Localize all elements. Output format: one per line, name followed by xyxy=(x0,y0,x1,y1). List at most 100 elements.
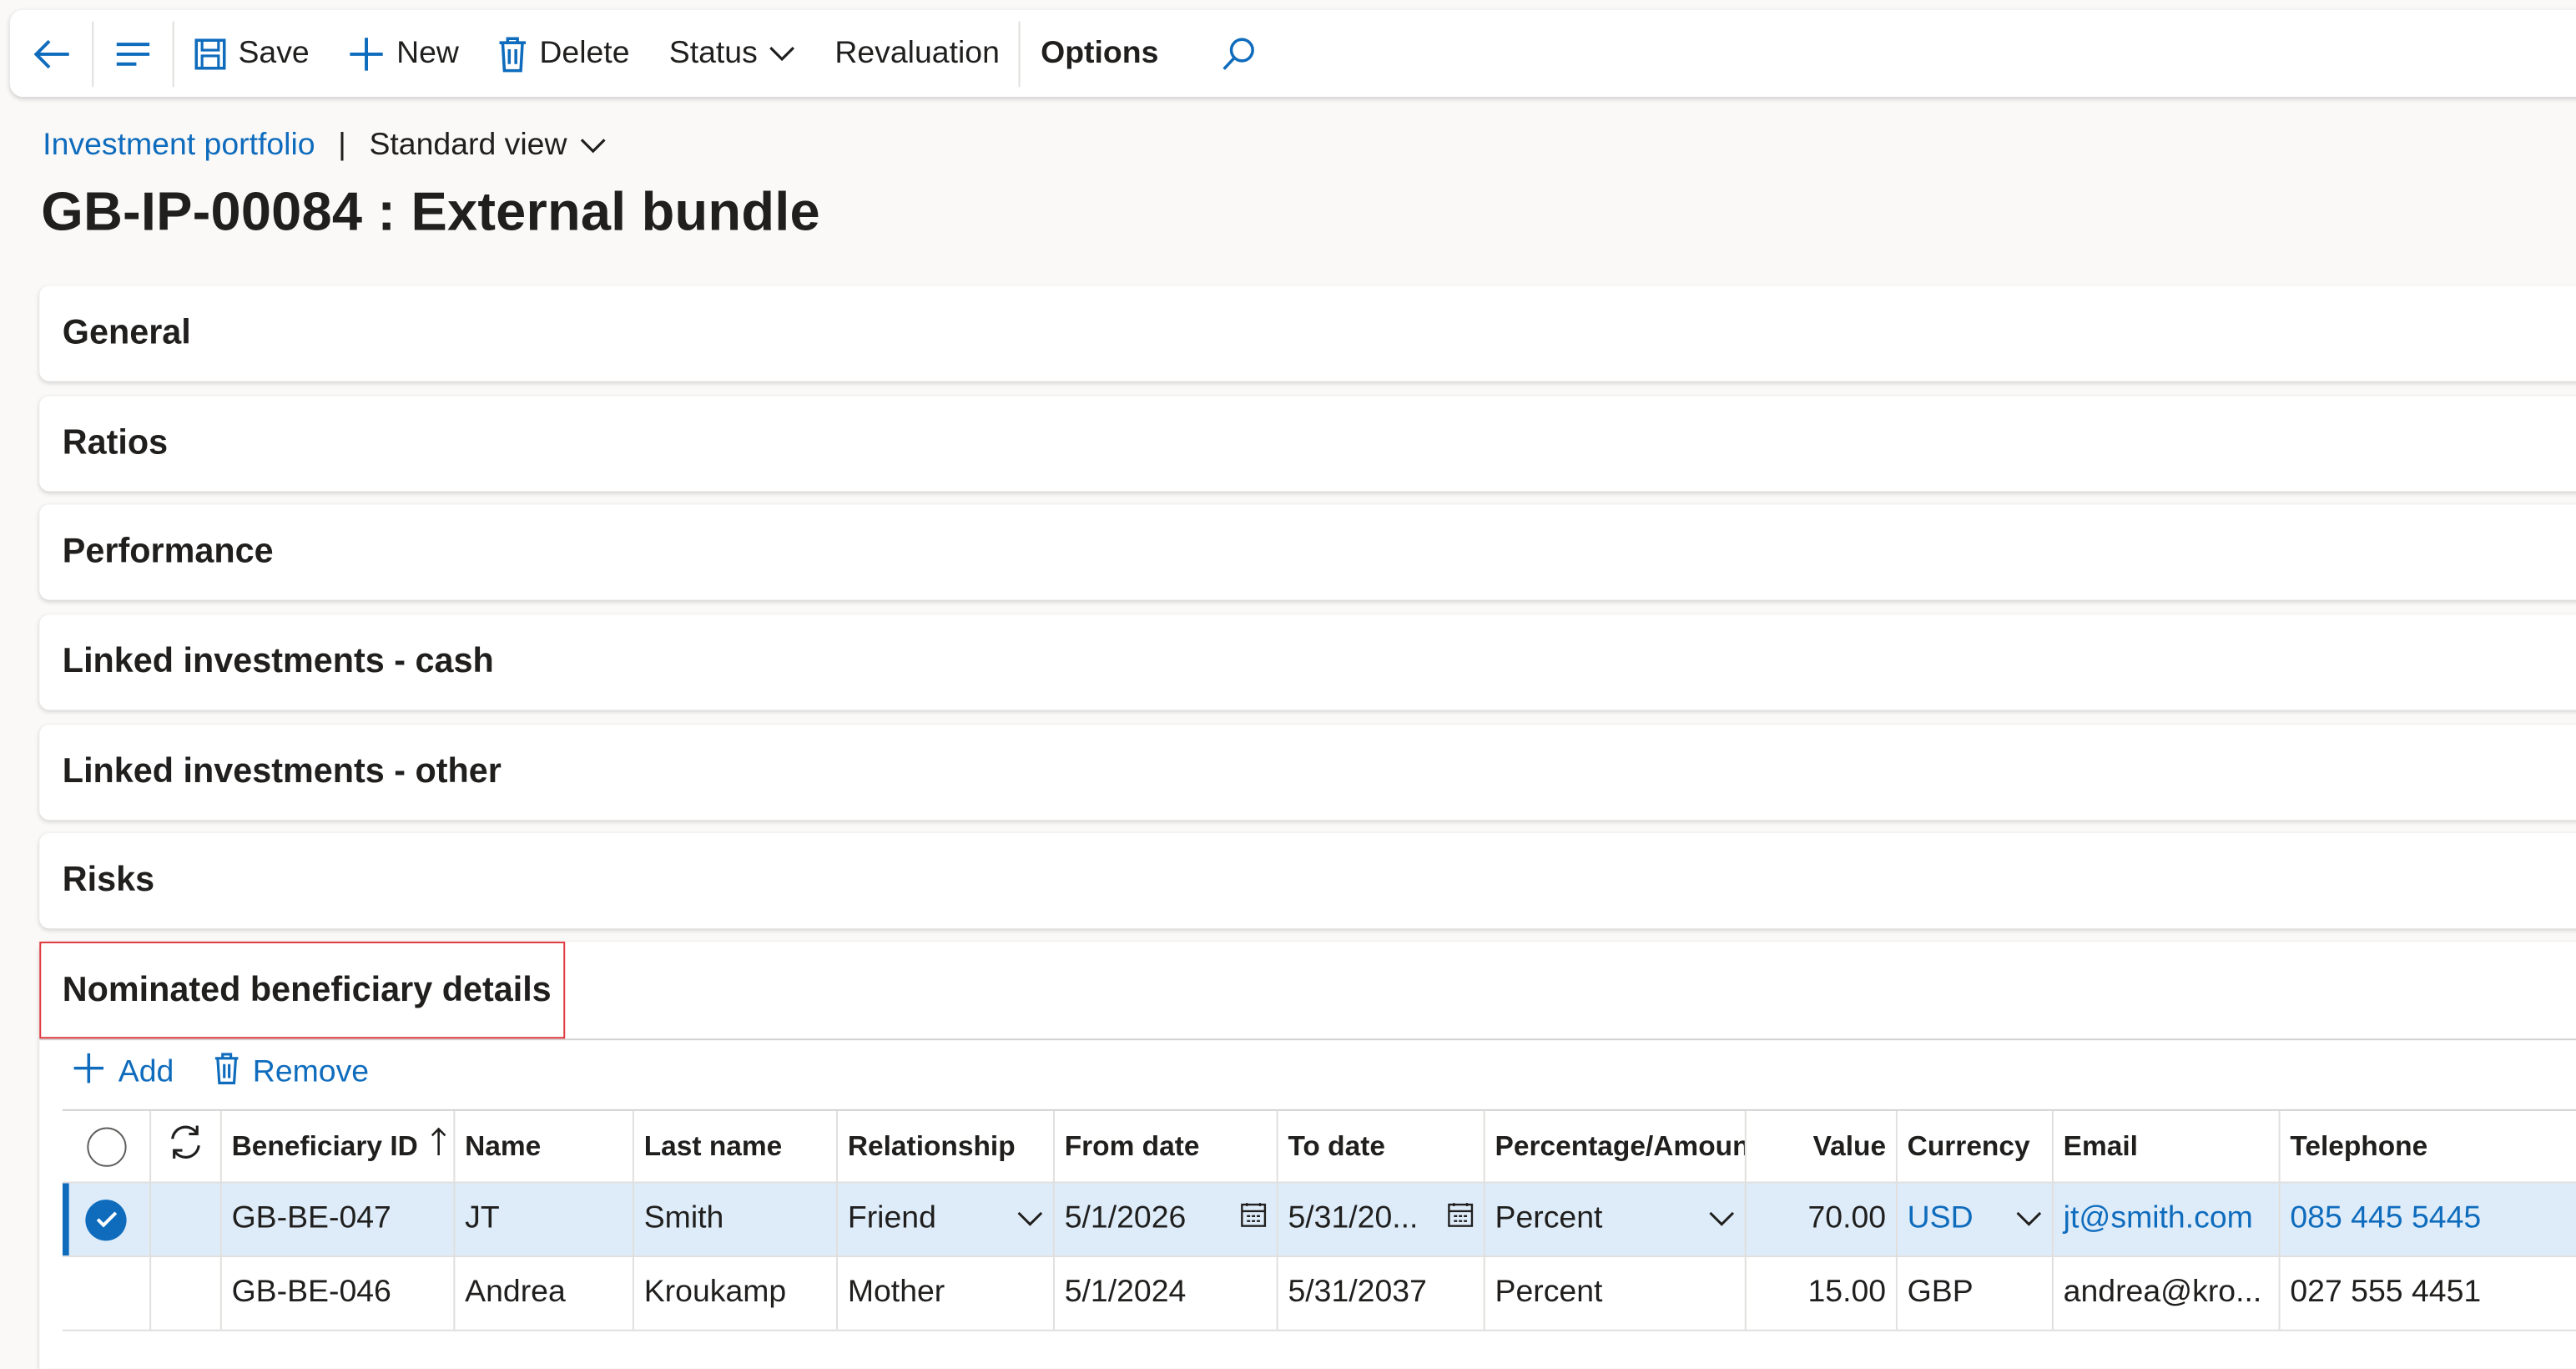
save-button[interactable]: Save xyxy=(174,10,330,97)
column-header-label: To date xyxy=(1288,1129,1385,1161)
relationship-value: Friend xyxy=(847,1201,936,1236)
options-label: Options xyxy=(1041,35,1159,70)
column-header-label: Value xyxy=(1812,1129,1887,1161)
fasttab-label: Nominated beneficiary details xyxy=(62,971,552,1009)
fasttab-header[interactable]: Nominated beneficiary details xyxy=(39,942,2576,1041)
status-menu-button[interactable]: Status xyxy=(649,10,815,97)
column-header-label: Name xyxy=(465,1129,542,1161)
fasttab-linked-investments-other[interactable]: Linked investments - other xyxy=(39,725,2576,821)
trash-icon xyxy=(214,1052,239,1094)
breadcrumb: Investment portfolio | Standard view xyxy=(43,129,607,164)
search-button[interactable] xyxy=(1202,10,1278,97)
fasttab-performance[interactable]: Performance xyxy=(39,504,2576,600)
column-header-from-date[interactable]: From date xyxy=(1055,1110,1278,1182)
chevron-down-icon xyxy=(2016,1201,2042,1237)
column-header-percentage-amount[interactable]: Percentage/Amount xyxy=(1485,1110,1747,1182)
canvas: Save New Delete Status Revaluation Optio… xyxy=(0,0,2576,1369)
from-date-value: 5/1/2026 xyxy=(1064,1201,1187,1236)
delete-button[interactable]: Delete xyxy=(479,10,650,97)
cell-telephone[interactable]: 027 555 4451 xyxy=(2281,1257,2576,1330)
column-header-email[interactable]: Email xyxy=(2054,1110,2281,1182)
cell-percentage-amount[interactable]: Percent xyxy=(1485,1257,1747,1330)
fasttab-linked-investments-cash[interactable]: Linked investments - cash xyxy=(39,614,2576,710)
remove-button[interactable]: Remove xyxy=(214,1052,370,1094)
cell-beneficiary-id[interactable]: GB-BE-046 xyxy=(222,1257,456,1330)
column-header-name[interactable]: Name xyxy=(455,1110,634,1182)
cell-currency-select[interactable]: USD xyxy=(1898,1183,2054,1256)
row-spacer xyxy=(151,1183,222,1256)
column-header-to-date[interactable]: To date xyxy=(1278,1110,1485,1182)
sort-ascending-icon xyxy=(431,1127,448,1165)
calendar-icon[interactable] xyxy=(1447,1201,1474,1237)
cell-relationship-select[interactable]: Friend xyxy=(838,1183,1055,1256)
new-label: New xyxy=(396,35,459,70)
column-header-value[interactable]: Value xyxy=(1747,1110,1898,1182)
column-header-label: Percentage/Amount xyxy=(1495,1129,1747,1161)
cell-relationship[interactable]: Mother xyxy=(838,1257,1055,1330)
fasttab-label: General xyxy=(62,314,191,352)
fasttab-label: Risks xyxy=(62,861,155,899)
row-spacer xyxy=(151,1257,222,1330)
column-header-label: Telephone xyxy=(2290,1129,2428,1161)
grid-header-row: Beneficiary ID Name Last name Relationsh… xyxy=(62,1109,2576,1184)
checkmark-icon xyxy=(85,1199,127,1240)
back-button[interactable] xyxy=(10,10,92,97)
add-label: Add xyxy=(118,1054,174,1090)
cell-value[interactable]: 70.00 xyxy=(1747,1183,1898,1256)
fasttab-risks[interactable]: Risks xyxy=(39,833,2576,929)
add-button[interactable]: Add xyxy=(73,1052,174,1094)
cell-last-name[interactable]: Smith xyxy=(634,1183,839,1256)
fasttab-label: Performance xyxy=(62,532,274,571)
cell-name[interactable]: JT xyxy=(455,1183,634,1256)
save-label: Save xyxy=(238,35,310,70)
row-select-checkbox[interactable] xyxy=(63,1257,152,1330)
select-all-checkbox[interactable] xyxy=(63,1110,152,1182)
cell-from-date[interactable]: 5/1/2024 xyxy=(1055,1257,1278,1330)
trash-icon xyxy=(498,35,527,72)
cell-currency[interactable]: GBP xyxy=(1898,1257,2054,1330)
fasttab-ratios[interactable]: Ratios xyxy=(39,396,2576,492)
options-button[interactable]: Options xyxy=(1021,10,1178,97)
revaluation-label: Revaluation xyxy=(834,35,1000,70)
fasttab-general[interactable]: General xyxy=(39,285,2576,381)
cell-telephone-link[interactable]: 085 445 5445 xyxy=(2281,1183,2576,1255)
cell-to-date[interactable]: 5/31/2037 xyxy=(1278,1257,1485,1330)
view-label: Standard view xyxy=(369,128,567,163)
cell-to-date-picker[interactable]: 5/31/20... xyxy=(1278,1183,1485,1256)
column-header-beneficiary-id[interactable]: Beneficiary ID xyxy=(222,1110,456,1182)
beneficiary-grid: Beneficiary ID Name Last name Relationsh… xyxy=(62,1109,2576,1331)
view-selector[interactable]: Standard view xyxy=(369,129,606,164)
chevron-down-icon xyxy=(580,129,606,164)
cell-last-name[interactable]: Kroukamp xyxy=(634,1257,839,1330)
refresh-button[interactable] xyxy=(151,1110,222,1182)
column-header-relationship[interactable]: Relationship xyxy=(838,1110,1055,1182)
cell-from-date-picker[interactable]: 5/1/2026 xyxy=(1055,1183,1278,1256)
hamburger-menu-button[interactable] xyxy=(93,10,172,97)
revaluation-button[interactable]: Revaluation xyxy=(815,10,1020,97)
grid-action-bar: Add Remove xyxy=(73,1052,369,1094)
menu-icon xyxy=(113,37,153,69)
save-icon xyxy=(194,37,226,69)
cell-email-link[interactable]: jt@smith.com xyxy=(2054,1183,2281,1256)
cell-name[interactable]: Andrea xyxy=(455,1257,634,1330)
table-row[interactable]: GB-BE-047 JT Smith Friend 5/1/2026 5/31/… xyxy=(62,1183,2576,1258)
column-header-telephone[interactable]: Telephone xyxy=(2281,1111,2576,1182)
cell-value[interactable]: 15.00 xyxy=(1747,1257,1898,1330)
cell-beneficiary-id[interactable]: GB-BE-047 xyxy=(222,1183,456,1256)
column-header-label: Email xyxy=(2063,1129,2138,1161)
breadcrumb-separator: | xyxy=(338,128,346,163)
breadcrumb-link[interactable]: Investment portfolio xyxy=(43,129,315,164)
column-header-last-name[interactable]: Last name xyxy=(634,1110,839,1182)
search-icon xyxy=(1221,35,1257,71)
new-button[interactable]: New xyxy=(329,10,478,97)
table-row[interactable]: GB-BE-046 Andrea Kroukamp Mother 5/1/202… xyxy=(62,1257,2576,1331)
cell-percentage-amount-select[interactable]: Percent xyxy=(1485,1183,1747,1256)
column-header-label: Beneficiary ID xyxy=(231,1129,418,1161)
cell-email[interactable]: andrea@kro... xyxy=(2054,1257,2281,1330)
refresh-icon xyxy=(166,1123,205,1170)
row-select-checkbox[interactable] xyxy=(63,1183,152,1256)
remove-label: Remove xyxy=(252,1054,370,1090)
page-title: GB-IP-00084 : External bundle xyxy=(41,180,820,242)
calendar-icon[interactable] xyxy=(1240,1201,1267,1237)
column-header-currency[interactable]: Currency xyxy=(1898,1110,2054,1182)
